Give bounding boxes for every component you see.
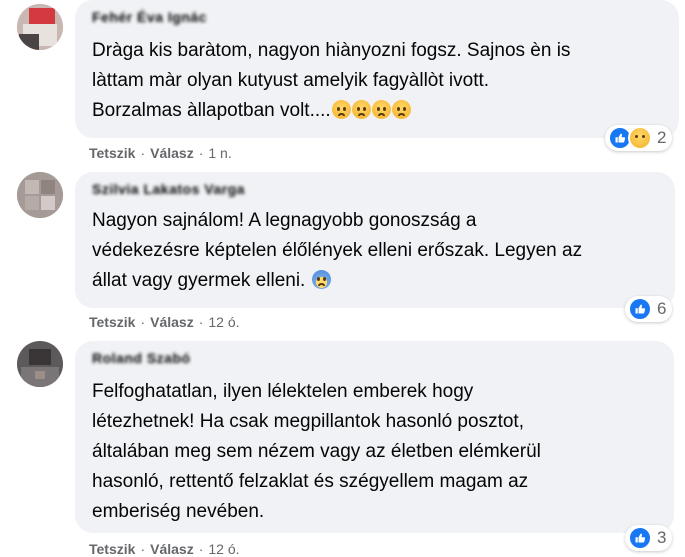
comment-actions: Tetszik · Válasz · 1 n. (89, 145, 232, 161)
comment-line: Dràga kis baràtom, nagyon hiànyozni fogs… (92, 40, 571, 61)
reaction-summary[interactable]: 3 (625, 525, 673, 551)
separator: · (198, 541, 204, 557)
comment-line: állat vagy gyermek elleni. (92, 270, 306, 291)
separator: · (198, 314, 204, 330)
comment-author[interactable]: Fehér Éva Ignác (92, 9, 207, 25)
comment-line: làttam màr olyan kutyust amelyik fagyàll… (92, 70, 490, 91)
worried-face-icon (351, 100, 371, 119)
fearful-face-icon (311, 270, 331, 289)
reaction-count: 2 (657, 128, 667, 147)
reaction-count: 3 (657, 528, 667, 547)
separator: · (198, 145, 204, 161)
timestamp[interactable]: 12 ó. (208, 314, 239, 330)
separator: · (140, 541, 146, 557)
separator: · (140, 314, 146, 330)
comment-line: Felfoghatatlan, ilyen lélektelen emberek… (92, 381, 474, 402)
avatar[interactable] (17, 4, 63, 50)
comment-bubble: Roland Szabó Felfoghatatlan, ilyen lélek… (75, 341, 674, 533)
comment-line: védekezésre képtelen élőlények elleni er… (92, 240, 583, 261)
comment-actions: Tetszik · Válasz · 12 ó. (89, 541, 240, 557)
like-button[interactable]: Tetszik (89, 314, 135, 330)
comment-line: Borzalmas àllapotban volt.... (92, 100, 331, 121)
comment-line: emberiség nevében. (92, 501, 265, 522)
comment-line: hasonló, rettentő felzaklat és szégyelle… (92, 471, 529, 492)
comment-text: Dràga kis baràtom, nagyon hiànyozni fogs… (92, 36, 570, 126)
timestamp[interactable]: 1 n. (208, 145, 231, 161)
comment-line: Nagyon sajnálom! A legnagyobb gonoszság … (92, 210, 477, 231)
reply-button[interactable]: Válasz (150, 541, 194, 557)
like-icon (628, 526, 652, 550)
comment-line: általában meg sem nézem vagy az életben … (92, 441, 541, 462)
reply-button[interactable]: Válasz (150, 314, 194, 330)
comment-text: Felfoghatatlan, ilyen lélektelen emberek… (92, 377, 541, 527)
sad-icon (628, 126, 652, 150)
avatar[interactable] (17, 341, 63, 387)
comment-actions: Tetszik · Válasz · 12 ó. (89, 314, 240, 330)
comment-bubble: Szilvia Lakatos Varga Nagyon sajnálom! A… (75, 172, 675, 308)
sleepy-face-icon (391, 100, 411, 119)
worried-face-icon (371, 100, 391, 119)
comment-author[interactable]: Roland Szabó (92, 350, 191, 366)
avatar[interactable] (17, 172, 63, 218)
reply-button[interactable]: Válasz (150, 145, 194, 161)
reaction-summary[interactable]: 2 (605, 125, 673, 151)
reaction-summary[interactable]: 6 (625, 296, 673, 322)
worried-face-icon (331, 100, 351, 119)
comment-author[interactable]: Szilvia Lakatos Varga (92, 181, 245, 197)
comment-text: Nagyon sajnálom! A legnagyobb gonoszság … (92, 206, 582, 296)
timestamp[interactable]: 12 ó. (208, 541, 239, 557)
like-icon (628, 297, 652, 321)
separator: · (140, 145, 146, 161)
like-button[interactable]: Tetszik (89, 541, 135, 557)
reaction-count: 6 (657, 299, 667, 318)
comment-bubble: Fehér Éva Ignác Dràga kis baràtom, nagyo… (75, 0, 679, 138)
like-button[interactable]: Tetszik (89, 145, 135, 161)
comment-line: létezhetnek! Ha csak megpillantok hasonl… (92, 411, 524, 432)
